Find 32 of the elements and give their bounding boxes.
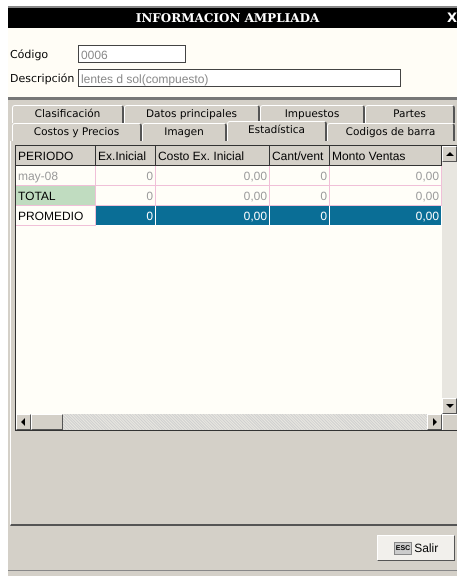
scroll-down-icon[interactable]	[442, 398, 457, 414]
scroll-up-icon[interactable]	[442, 146, 457, 162]
table-cell: 0	[270, 166, 330, 186]
scroll-thumb[interactable]	[31, 414, 63, 430]
close-button[interactable]: X	[447, 10, 457, 26]
horizontal-scrollbar[interactable]	[16, 414, 442, 430]
column-header[interactable]: Costo Ex. Inicial	[156, 146, 270, 166]
table-cell: 0,00	[330, 206, 442, 226]
table-cell: 0	[96, 206, 156, 226]
column-header[interactable]: Ex.Inicial	[96, 146, 156, 166]
window-title: INFORMACION AMPLIADA	[134, 11, 320, 25]
column-header[interactable]: Cant/vent	[270, 146, 330, 166]
table-cell: 0,00	[156, 206, 270, 226]
input-field[interactable]: 0006	[78, 45, 186, 63]
vertical-scrollbar[interactable]	[442, 146, 457, 414]
tab[interactable]: Estadística	[227, 121, 327, 141]
scroll-left-icon[interactable]	[16, 414, 31, 430]
tab[interactable]: Clasificación	[12, 105, 124, 123]
field-label: Código	[10, 48, 50, 60]
table-cell: 0	[270, 206, 330, 226]
tab[interactable]: Costos y Precios	[12, 123, 142, 141]
table-row[interactable]: PROMEDIO 0 0,00 0 0,00	[16, 206, 442, 226]
table-cell: 0	[96, 166, 156, 186]
column-header[interactable]: Monto Ventas	[330, 146, 442, 166]
tab[interactable]: Codigos de barra	[327, 123, 455, 141]
scroll-right-icon[interactable]	[427, 414, 442, 430]
table-cell: 0,00	[156, 166, 270, 186]
field-label: Descripción	[10, 72, 76, 84]
column-header[interactable]: PERIODO	[16, 146, 96, 166]
table-cell: TOTAL	[16, 186, 96, 206]
tab[interactable]: Partes	[365, 105, 455, 123]
input-field[interactable]: lentes d sol(compuesto)	[78, 69, 401, 87]
